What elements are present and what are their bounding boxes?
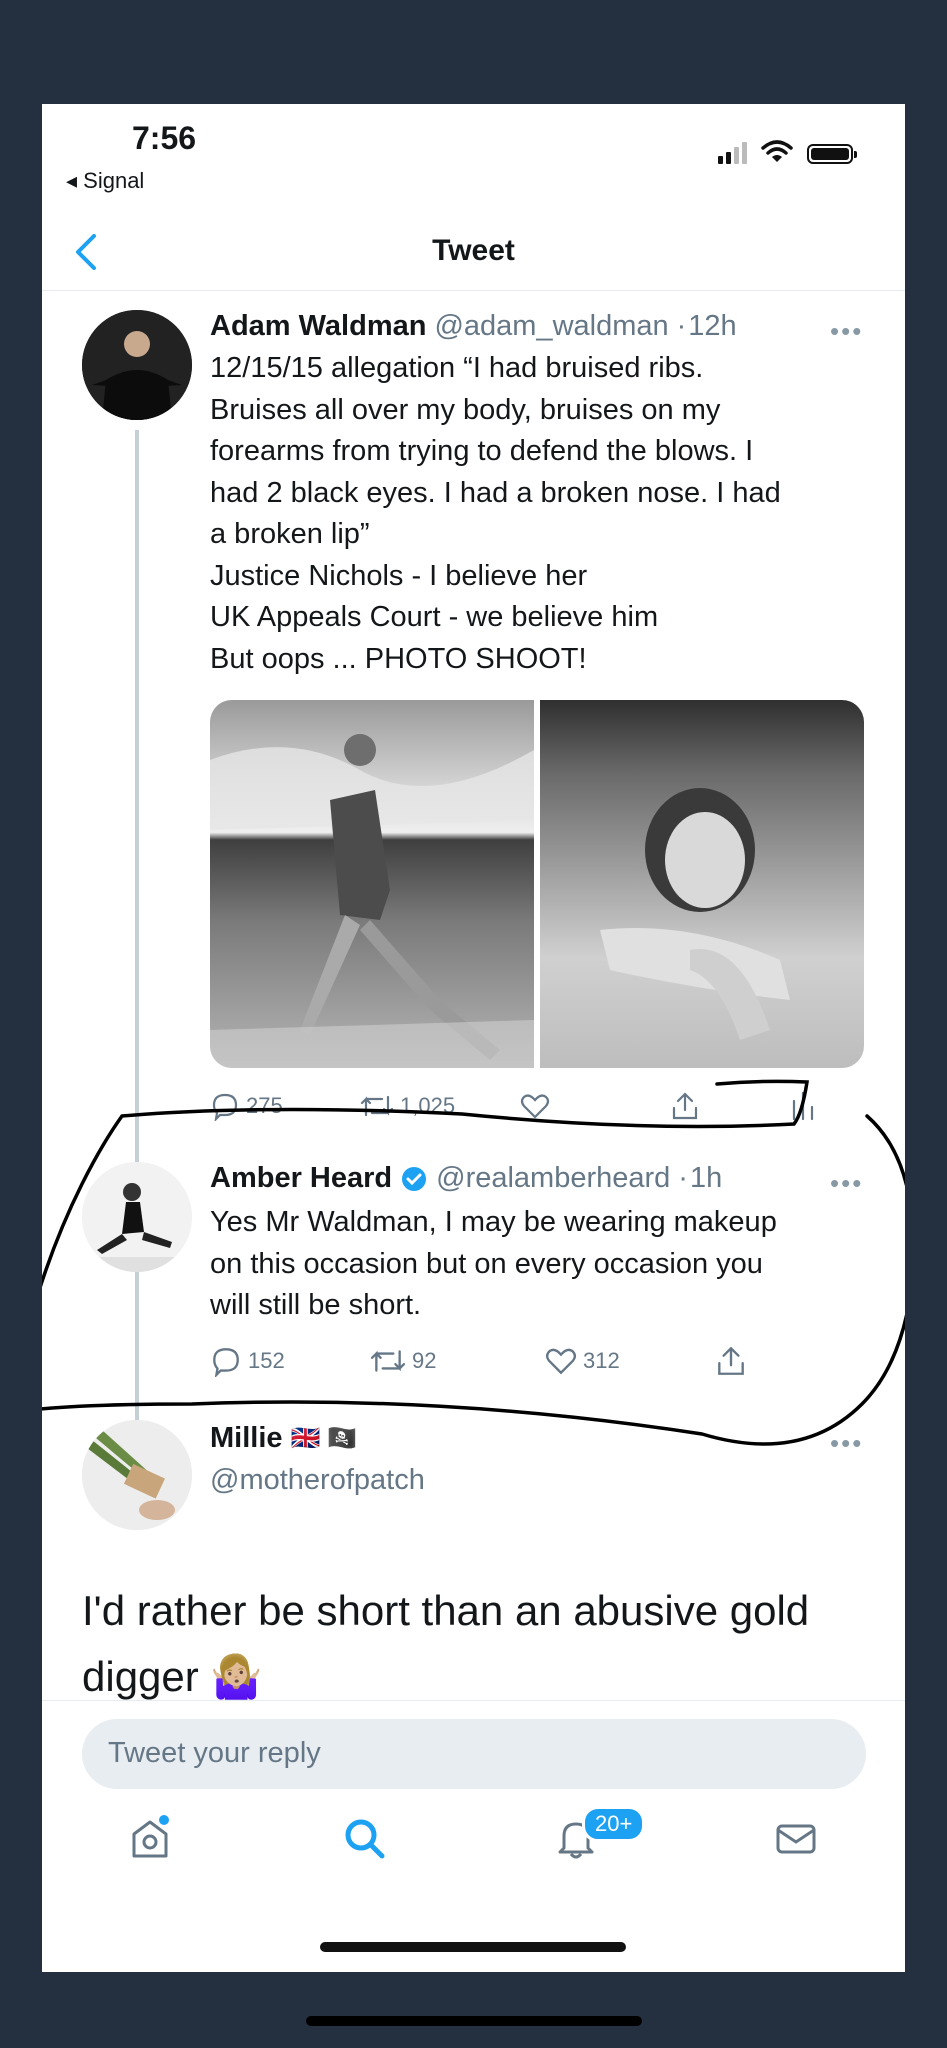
- third-tweet-text: I'd rather be short than an abusive gold…: [82, 1587, 810, 1700]
- reply-tweet-header: Amber Heard @realamberheard · 1h: [210, 1162, 722, 1195]
- tweet-media[interactable]: [210, 700, 864, 1068]
- tweet-text: 12/15/15 allegation “I had bruised ribs.…: [210, 352, 781, 675]
- third-tweet-header: Millie 🇬🇧 🏴‍☠️: [210, 1422, 357, 1455]
- like-icon: [520, 1094, 550, 1119]
- reply-icon: [212, 1093, 238, 1121]
- like-action[interactable]: 312: [545, 1344, 715, 1378]
- retweet-icon: [360, 1095, 394, 1117]
- status-time: 7:56: [132, 120, 197, 156]
- avatar-adam-waldman[interactable]: [82, 310, 192, 420]
- media-photo-2[interactable]: [540, 700, 864, 1068]
- avatar-millie[interactable]: [82, 1420, 192, 1530]
- reply-bar: Tweet your reply: [42, 1700, 905, 1789]
- tweet-time: 12h: [688, 310, 737, 342]
- battery-icon: [807, 144, 857, 164]
- reply-author-name[interactable]: Amber Heard: [210, 1162, 392, 1195]
- home-icon: [132, 1815, 169, 1858]
- author-handle[interactable]: @adam_waldman: [434, 310, 668, 343]
- outer-home-indicator: [306, 2016, 642, 2026]
- share-icon: [718, 1346, 744, 1375]
- reply-input[interactable]: Tweet your reply: [82, 1719, 866, 1789]
- back-to-app-link[interactable]: ◂ Signal: [66, 168, 144, 194]
- retweet-count: 92: [412, 1348, 437, 1373]
- share-icon: [672, 1092, 698, 1120]
- retweet-icon: [370, 1350, 406, 1372]
- avatar-amber-heard[interactable]: [82, 1162, 192, 1272]
- phone-screen: 7:56 ◂ Signal Tweet Adam Waldman @adam_w…: [42, 104, 905, 1972]
- reply-action[interactable]: 152: [210, 1344, 370, 1378]
- separator-dot: ·: [678, 1162, 688, 1194]
- reply-placeholder: Tweet your reply: [108, 1737, 321, 1769]
- notifications-badge: 20+: [582, 1806, 646, 1842]
- page-title: Tweet: [432, 234, 515, 267]
- reply-count: 275: [246, 1093, 283, 1118]
- reply-tweet-actions: 152 92 312: [210, 1344, 870, 1378]
- retweet-action[interactable]: 92: [370, 1344, 545, 1378]
- like-count: 312: [583, 1348, 620, 1373]
- thread-line: [135, 430, 139, 1438]
- like-action[interactable]: [520, 1090, 670, 1122]
- third-handle-line: @motherofpatch: [210, 1464, 425, 1497]
- more-icon[interactable]: •••: [830, 1168, 863, 1199]
- tab-home[interactable]: [126, 1814, 174, 1867]
- like-icon: [545, 1348, 577, 1375]
- tweet-header: Adam Waldman @adam_waldman · 12h: [210, 310, 737, 343]
- reply-count: 152: [248, 1348, 285, 1373]
- media-photo-1[interactable]: [210, 700, 534, 1068]
- tab-messages[interactable]: [772, 1814, 820, 1867]
- tab-bar: 20+: [42, 1806, 905, 1914]
- analytics-icon: [792, 1091, 814, 1121]
- share-action[interactable]: [715, 1344, 747, 1378]
- tweet-actions-partial: 275 1,025: [210, 1090, 870, 1122]
- navigation-bar: Tweet: [42, 214, 905, 291]
- search-icon: [345, 1819, 385, 1859]
- more-icon[interactable]: •••: [830, 316, 863, 347]
- share-action[interactable]: [670, 1090, 790, 1122]
- reply-tweet-text: Yes Mr Waldman, I may be wearing makeup …: [210, 1206, 777, 1321]
- reply-tweet-time: 1h: [689, 1162, 723, 1194]
- status-icons: [718, 140, 857, 164]
- third-author-handle[interactable]: @motherofpatch: [210, 1464, 425, 1497]
- reply-author-handle[interactable]: @realamberheard: [436, 1162, 670, 1195]
- analytics-action[interactable]: [790, 1090, 816, 1122]
- tab-search[interactable]: [340, 1814, 388, 1867]
- retweet-count: 1,025: [400, 1093, 456, 1118]
- wifi-icon: [761, 140, 793, 162]
- third-author-name[interactable]: Millie: [210, 1422, 283, 1455]
- author-name[interactable]: Adam Waldman: [210, 310, 426, 343]
- reply-icon: [213, 1348, 239, 1377]
- author-flags: 🇬🇧 🏴‍☠️: [290, 1425, 357, 1452]
- home-indicator: [320, 1942, 626, 1952]
- mail-icon: [776, 1824, 816, 1854]
- retweet-action[interactable]: 1,025: [360, 1090, 520, 1122]
- separator-dot: ·: [676, 310, 687, 342]
- more-icon[interactable]: •••: [830, 1428, 863, 1459]
- reply-action[interactable]: 275: [210, 1090, 360, 1122]
- signal-icon: [718, 142, 747, 164]
- verified-icon: [402, 1166, 427, 1191]
